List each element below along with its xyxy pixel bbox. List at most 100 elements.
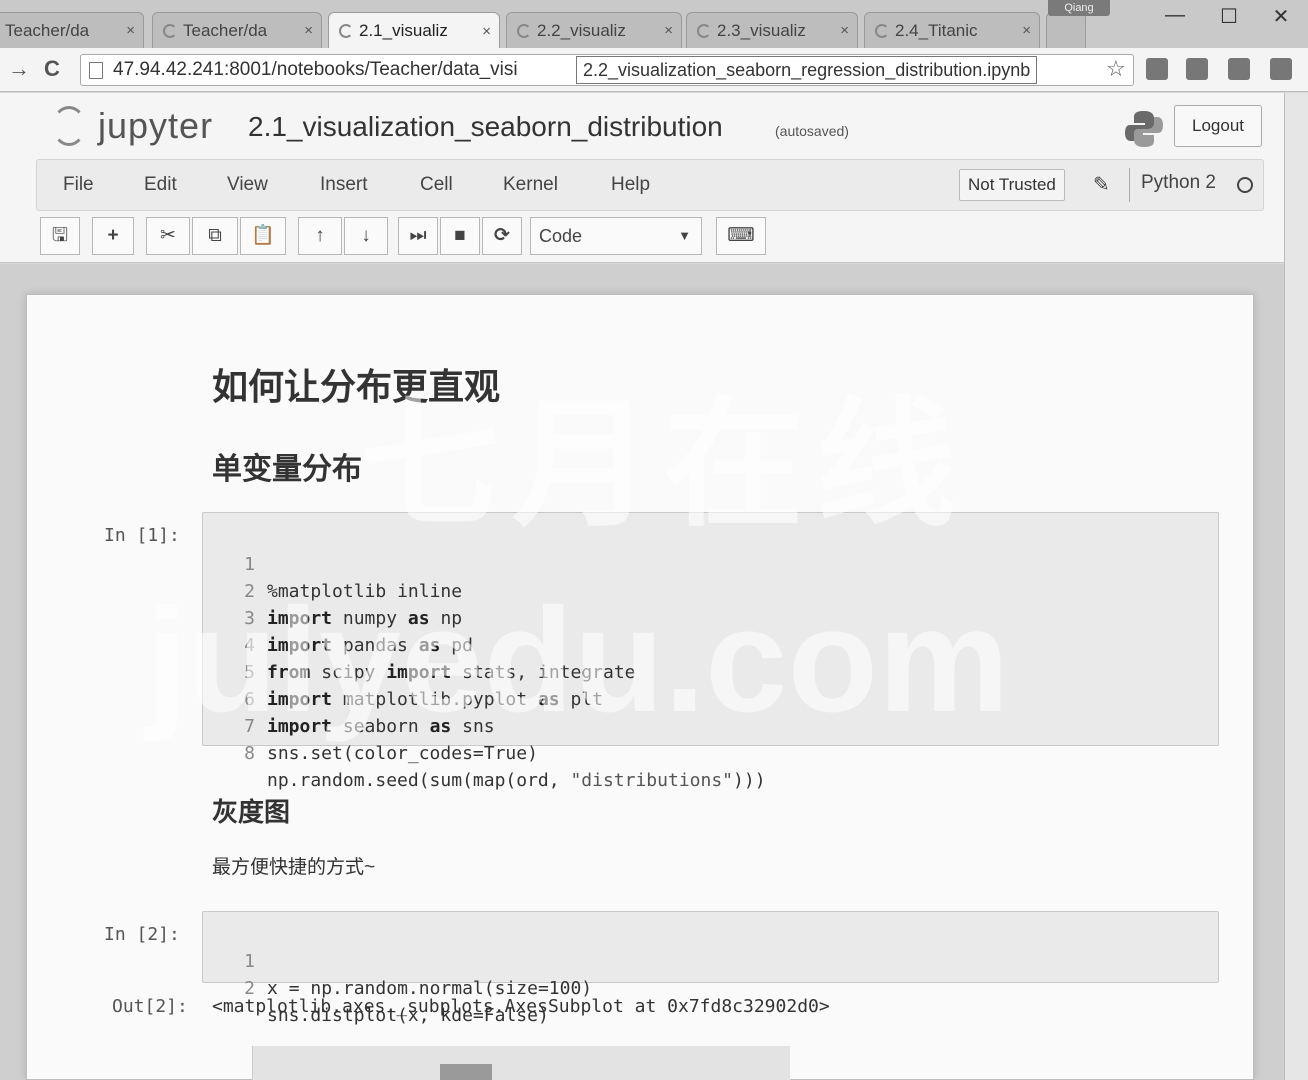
markdown-paragraph: 最方便快捷的方式~: [212, 857, 376, 878]
close-icon[interactable]: ×: [664, 22, 673, 39]
bookmark-star-icon[interactable]: ☆: [1106, 56, 1126, 82]
tab-tooltip: 2.2_visualization_seaborn_regression_dis…: [576, 56, 1038, 84]
extension-icon[interactable]: [1228, 58, 1250, 80]
menu-insert[interactable]: Insert: [320, 174, 368, 196]
input-prompt: In [2]:: [104, 924, 180, 945]
code-line: 4 from scipy import stats, integrate: [203, 605, 635, 683]
new-tab-button[interactable]: [1046, 12, 1086, 48]
code-line: 5 import matplotlib.pyplot as plt: [203, 632, 603, 710]
keyboard-shortcuts-button[interactable]: ⌨: [716, 217, 766, 255]
extension-icon[interactable]: [1186, 58, 1208, 80]
menu-cell[interactable]: Cell: [420, 174, 453, 196]
browser-tab-5[interactable]: 2.3_visualiz ×: [686, 12, 858, 48]
line-number: 8: [244, 743, 255, 764]
code-text: sns.set(color_codes=True): [267, 743, 538, 764]
close-icon[interactable]: ×: [304, 22, 313, 39]
url-text: 47.94.42.241:8001/notebooks/Teacher/data…: [113, 59, 518, 80]
scrollbar[interactable]: [1284, 93, 1308, 1080]
paste-button[interactable]: 📋: [240, 217, 286, 255]
code-text: from scipy import stats, integrate: [267, 662, 636, 683]
loading-icon: [517, 23, 531, 38]
code-text: import pandas as pd: [267, 635, 473, 656]
cell-output: <matplotlib.axes._subplots.AxesSubplot a…: [212, 996, 830, 1017]
logout-button[interactable]: Logout: [1174, 105, 1262, 147]
not-trusted-button[interactable]: Not Trusted: [959, 169, 1065, 201]
cut-button[interactable]: ✂: [146, 217, 190, 255]
page-icon: [89, 62, 103, 79]
toolbar: 🖫 + ✂ ⧉ 📋 ↑ ↓ ⏭ ■ ⟳ Code ▼ ⌨: [36, 217, 1264, 259]
code-text: import matplotlib.pyplot as plt: [267, 689, 603, 710]
move-down-button[interactable]: ↓: [344, 217, 388, 255]
maximize-icon[interactable]: ☐: [1214, 4, 1244, 29]
code-cell[interactable]: 1 %matplotlib inline 2 import numpy as n…: [202, 512, 1219, 791]
close-icon[interactable]: ×: [126, 22, 135, 39]
markdown-heading-2: 单变量分布: [212, 452, 362, 487]
code-text: np.random.seed(sum(map(ord, "distributio…: [267, 770, 766, 791]
close-icon[interactable]: ×: [840, 22, 849, 39]
browser-tab-2[interactable]: Teacher/da ×: [152, 12, 322, 48]
extension-icon[interactable]: [1146, 58, 1168, 80]
browser-tab-1[interactable]: Teacher/da ×: [0, 12, 144, 48]
loading-icon: [875, 23, 889, 38]
code-cell[interactable]: 1 x = np.random.normal(size=100) 2 sns.d…: [202, 911, 1219, 1026]
output-prompt: Out[2]:: [112, 996, 188, 1017]
run-cell-button[interactable]: ⏭: [398, 217, 438, 255]
tab-label: 2.3_visualiz: [717, 20, 806, 40]
tab-label: 2.2_visualiz: [537, 20, 626, 40]
interrupt-button[interactable]: ■: [440, 217, 480, 255]
cell-type-value: Code: [539, 226, 583, 246]
plot-output-image: [252, 1046, 790, 1080]
kernel-name: Python 2: [1141, 172, 1216, 193]
autosave-status: (autosaved): [775, 123, 849, 139]
browser-tabstrip: Teacher/da × Teacher/da × 2.1_visualiz ×…: [0, 0, 1308, 49]
cell-type-select[interactable]: Code ▼: [530, 217, 702, 255]
code-line: 2 sns.distplot(x, kde=False): [203, 948, 549, 1026]
jupyter-header: jupyter 2.1_visualization_seaborn_distri…: [0, 93, 1284, 263]
code-line: 3 import pandas as pd: [203, 578, 473, 656]
kernel-status-icon: [1237, 177, 1253, 193]
menu-file[interactable]: File: [63, 174, 94, 196]
logo-text: jupyter: [98, 105, 214, 146]
insert-cell-button[interactable]: +: [92, 217, 134, 255]
code-line: 1 x = np.random.normal(size=100): [203, 921, 592, 999]
close-icon[interactable]: ×: [1022, 22, 1031, 39]
code-text: import seaborn as sns: [267, 716, 495, 737]
jupyter-logo-icon: [52, 106, 86, 146]
pencil-icon[interactable]: ✎: [1093, 172, 1110, 197]
markdown-heading-1: 如何让分布更直观: [212, 366, 501, 408]
menu-edit[interactable]: Edit: [144, 174, 177, 196]
copy-button[interactable]: ⧉: [192, 217, 238, 255]
minimize-icon[interactable]: —: [1160, 4, 1190, 27]
code-text: import numpy as np: [267, 608, 463, 629]
reload-icon[interactable]: C: [44, 56, 60, 82]
forward-icon[interactable]: →: [8, 56, 30, 82]
menubar: File Edit View Insert Cell Kernel Help N…: [36, 159, 1264, 211]
loading-icon: [163, 23, 177, 38]
menu-kernel[interactable]: Kernel: [503, 174, 558, 196]
menu-icon[interactable]: [1270, 58, 1292, 80]
jupyter-logo[interactable]: jupyter: [52, 105, 213, 147]
browser-tab-4[interactable]: 2.2_visualiz ×: [506, 12, 682, 48]
code-line: 2 import numpy as np: [203, 551, 462, 629]
code-line: 8 np.random.seed(sum(map(ord, "distribut…: [203, 713, 765, 791]
loading-icon: [697, 23, 711, 38]
window-close-icon[interactable]: ✕: [1266, 4, 1296, 29]
restart-button[interactable]: ⟳: [482, 217, 522, 255]
loading-icon: [339, 24, 353, 38]
close-icon[interactable]: ×: [482, 23, 491, 40]
histogram-bar: [440, 1064, 492, 1080]
input-prompt: In [1]:: [104, 525, 180, 546]
divider: [1129, 168, 1130, 202]
code-text: %matplotlib inline: [267, 581, 463, 602]
tab-label: Teacher/da: [5, 20, 90, 40]
code-line: 7 sns.set(color_codes=True): [203, 686, 538, 764]
chevron-down-icon: ▼: [678, 228, 691, 243]
profile-badge[interactable]: Qiang: [1048, 0, 1110, 16]
menu-help[interactable]: Help: [611, 174, 650, 196]
notebook-title[interactable]: 2.1_visualization_seaborn_distribution: [248, 111, 723, 143]
menu-view[interactable]: View: [227, 174, 268, 196]
save-button[interactable]: 🖫: [40, 217, 80, 255]
browser-tab-3[interactable]: 2.1_visualiz ×: [328, 12, 500, 49]
move-up-button[interactable]: ↑: [298, 217, 342, 255]
browser-tab-6[interactable]: 2.4_Titanic ×: [864, 12, 1040, 48]
